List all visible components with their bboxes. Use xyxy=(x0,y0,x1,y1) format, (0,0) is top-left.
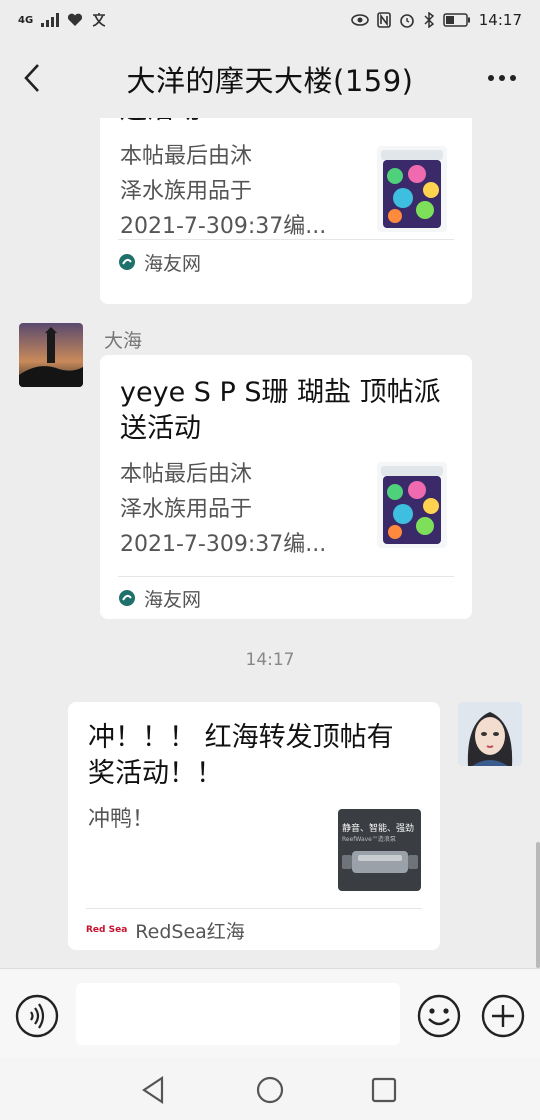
scrollbar[interactable] xyxy=(536,842,540,968)
status-bar: 4G 14:17 xyxy=(0,0,540,40)
link-card-2[interactable]: yeye S P S珊 瑚盐 顶帖派 送活动 本帖最后由沐 泽水族用品于 202… xyxy=(100,355,472,619)
square-recents-icon xyxy=(371,1077,397,1103)
card-desc: 冲鸭！ xyxy=(88,807,155,832)
more-button[interactable] xyxy=(482,58,522,98)
voice-button[interactable] xyxy=(14,993,60,1039)
network-label: 4G xyxy=(18,14,34,26)
avatar-self[interactable] xyxy=(458,702,522,766)
card-title: 冲！！！ 红海转发顶帖有 奖活动！！ xyxy=(88,722,394,789)
nav-back-button[interactable] xyxy=(138,1074,170,1106)
eye-icon xyxy=(350,14,369,26)
status-right: 14:17 xyxy=(350,11,522,29)
battery-icon xyxy=(443,13,470,27)
status-time: 14:17 xyxy=(478,11,522,29)
card-source: Red Sea RedSea红海 xyxy=(86,908,422,951)
alarm-icon xyxy=(399,14,414,28)
chat-header: 大洋的摩天大楼(159) xyxy=(0,40,540,118)
card-thumbnail xyxy=(377,146,447,232)
card-thumbnail: 静音、智能、强劲 ReefWave™造浪泵 xyxy=(338,809,421,891)
status-left: 4G xyxy=(18,12,107,28)
emoji-button[interactable] xyxy=(416,993,462,1039)
avatar[interactable] xyxy=(19,323,83,387)
pump-product-icon xyxy=(342,851,418,873)
link-card-3[interactable]: 冲！！！ 红海转发顶帖有 奖活动！！ 冲鸭！ 静音、智能、强劲 ReefWave… xyxy=(68,702,440,950)
card-desc: 本帖最后由沐 泽水族用品于 2021-7-309:37编... xyxy=(120,144,327,239)
card-source: 海友网 xyxy=(118,239,454,284)
message-input[interactable] xyxy=(76,983,400,1045)
signal-icon xyxy=(41,13,60,27)
redsea-logo-icon: Red Sea xyxy=(86,925,128,935)
bluetooth-icon xyxy=(424,12,434,28)
circle-home-icon xyxy=(256,1076,284,1104)
link-card-1[interactable]: 送活动 本帖最后由沐 泽水族用品于 2021-7-309:37编... 海友网 xyxy=(100,118,472,304)
chat-area[interactable]: 送活动 本帖最后由沐 泽水族用品于 2021-7-309:37编... 海友网 xyxy=(0,118,540,968)
message-timestamp: 14:17 xyxy=(245,650,295,670)
haiyou-logo-icon xyxy=(119,590,135,606)
chat-title: 大洋的摩天大楼(159) xyxy=(126,64,414,98)
system-nav-bar xyxy=(0,1058,540,1120)
card-thumbnail xyxy=(377,462,447,548)
nav-recents-button[interactable] xyxy=(368,1074,400,1106)
translate-icon xyxy=(92,13,106,27)
card-desc: 本帖最后由沐 泽水族用品于 2021-7-309:37编... xyxy=(120,462,327,557)
emoji-icon xyxy=(417,994,461,1038)
voice-icon xyxy=(15,994,59,1038)
chevron-left-icon xyxy=(24,64,39,92)
card-title-partial: 送活动 xyxy=(120,118,201,128)
input-bar xyxy=(0,968,540,1058)
nav-home-button[interactable] xyxy=(254,1074,286,1106)
plus-icon xyxy=(481,994,525,1038)
sender-name: 大海 xyxy=(104,330,143,352)
back-button[interactable] xyxy=(14,58,50,98)
triangle-back-icon xyxy=(142,1075,164,1105)
more-dots-icon xyxy=(488,75,516,81)
plus-button[interactable] xyxy=(480,993,526,1039)
card-source: 海友网 xyxy=(118,576,454,619)
haiyou-logo-icon xyxy=(119,254,135,270)
heart-icon xyxy=(68,13,83,26)
card-title: yeye S P S珊 瑚盐 顶帖派 送活动 xyxy=(120,377,441,444)
nfc-icon xyxy=(376,12,391,28)
